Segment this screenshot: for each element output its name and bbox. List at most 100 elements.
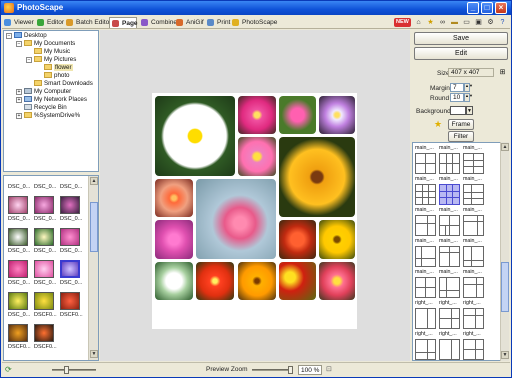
star-icon[interactable]: ★ [426, 18, 435, 27]
layout-thumbnail-selected[interactable] [439, 184, 460, 205]
margin-stepper[interactable]: ▲▼ [464, 83, 473, 92]
scroll-thumb[interactable] [90, 202, 98, 252]
round-stepper[interactable]: ▲▼ [464, 93, 473, 102]
save-button[interactable]: Save [414, 32, 508, 45]
scroll-down-arrow[interactable]: ▼ [90, 350, 98, 358]
photo-cell[interactable] [155, 220, 193, 259]
layout-thumbnail[interactable] [415, 339, 436, 360]
layout-thumbnail[interactable] [439, 246, 460, 267]
refresh-icon[interactable]: ⟳ [5, 365, 12, 374]
layout-thumbnail[interactable] [439, 339, 460, 360]
photo-cell[interactable] [238, 137, 276, 176]
preview-zoom-knob[interactable] [288, 366, 293, 374]
thumbnail[interactable] [34, 260, 54, 278]
new-badge[interactable]: NEW [394, 18, 411, 27]
layout-thumbnail[interactable] [439, 215, 460, 236]
settings-icon[interactable]: ⚙ [486, 18, 495, 27]
screen-icon[interactable]: ▭ [462, 18, 471, 27]
layout-scrollbar[interactable]: ▲ ▼ [500, 142, 509, 361]
scroll-up-arrow[interactable]: ▲ [501, 143, 509, 151]
layout-thumbnail[interactable] [415, 308, 436, 329]
tab-batch-editor[interactable]: Batch Editor [64, 17, 111, 28]
tree-item-flower[interactable]: flower [44, 64, 73, 72]
thumbnail[interactable] [8, 260, 28, 278]
photo-cell[interactable] [238, 262, 276, 300]
scroll-up-arrow[interactable]: ▲ [90, 177, 98, 185]
layout-thumbnail[interactable] [463, 184, 484, 205]
scroll-down-arrow[interactable]: ▼ [501, 351, 509, 359]
photo-cell[interactable] [155, 179, 193, 217]
tab-print[interactable]: Print [205, 17, 230, 28]
thumbnail[interactable] [8, 292, 28, 310]
tab-editor[interactable]: Editor [35, 17, 64, 28]
tree-item-systemdrive[interactable]: + %SystemDrive% [16, 112, 80, 120]
frame-button[interactable]: Frame [448, 119, 474, 130]
photo-cell[interactable] [155, 96, 235, 176]
layout-thumbnail[interactable] [463, 308, 484, 329]
photo-cell[interactable] [155, 262, 193, 300]
link-icon[interactable]: ∞ [438, 18, 447, 27]
thumbnail[interactable] [60, 228, 80, 246]
layout-thumbnail[interactable] [463, 339, 484, 360]
layout-thumbnail[interactable] [415, 215, 436, 236]
folder-icon[interactable]: ▬ [450, 18, 459, 27]
round-input[interactable]: 10 [450, 93, 464, 102]
thumbnail-selected[interactable] [60, 260, 80, 278]
layout-thumbnail[interactable] [439, 277, 460, 298]
thumbnail[interactable] [60, 196, 80, 214]
fit-icon[interactable]: ⊡ [326, 365, 332, 373]
lock-icon[interactable]: ⊞ [498, 68, 507, 77]
maximize-button[interactable]: □ [481, 2, 493, 14]
title-bar[interactable]: PhotoScape _ □ × [1, 1, 511, 15]
edit-button[interactable]: Edit [414, 47, 508, 60]
photo-cell[interactable] [319, 262, 355, 300]
thumbnail[interactable] [34, 196, 54, 214]
photo-cell[interactable] [279, 262, 316, 300]
tab-combine[interactable]: Combine [139, 17, 177, 28]
layout-thumbnail[interactable] [415, 277, 436, 298]
thumbnail[interactable] [8, 324, 28, 342]
layout-thumbnail[interactable] [463, 246, 484, 267]
monitor-icon[interactable]: ▣ [474, 18, 483, 27]
tree-item-photo[interactable]: photo [44, 72, 69, 80]
tree-item-smart-downloads[interactable]: Smart Downloads [34, 80, 93, 88]
layout-thumbnail[interactable] [439, 153, 460, 174]
tree-item-my-pictures[interactable]: − My Pictures [26, 56, 76, 64]
thumbnail[interactable] [8, 196, 28, 214]
tab-anigif[interactable]: AniGif [174, 17, 204, 28]
thumbnail[interactable] [60, 292, 80, 310]
layout-thumbnail[interactable] [415, 153, 436, 174]
thumbnail[interactable] [34, 324, 54, 342]
tree-item-recycle-bin[interactable]: Recycle Bin [24, 104, 67, 112]
background-color-swatch[interactable] [450, 106, 466, 115]
minimize-button[interactable]: _ [467, 2, 479, 14]
tree-item-my-music[interactable]: My Music [34, 48, 70, 56]
tree-item-my-computer[interactable]: + My Computer [16, 88, 71, 96]
layout-thumbnail[interactable] [415, 246, 436, 267]
tab-viewer[interactable]: Viewer [2, 17, 34, 28]
photo-cell[interactable] [279, 220, 316, 259]
layout-thumbnail[interactable] [463, 215, 484, 236]
page-canvas[interactable] [152, 93, 357, 329]
filter-button[interactable]: Filter [448, 131, 474, 142]
preview-zoom-slider[interactable] [252, 369, 292, 371]
tree-item-my-documents[interactable]: − My Documents [16, 40, 75, 48]
tab-photoscape[interactable]: PhotoScape [230, 17, 277, 28]
tree-item-desktop[interactable]: − Desktop [6, 32, 47, 40]
layout-thumbnail[interactable] [463, 277, 484, 298]
help-icon[interactable]: ? [498, 18, 507, 27]
thumbnail-size-knob[interactable] [64, 366, 69, 374]
background-dropdown-arrow[interactable]: ▼ [466, 106, 473, 115]
photo-cell[interactable] [279, 96, 316, 134]
layout-thumbnail[interactable] [439, 308, 460, 329]
frame-star-icon[interactable]: ★ [434, 120, 442, 129]
thumbnail[interactable] [34, 228, 54, 246]
photo-cell[interactable] [196, 179, 276, 259]
photo-cell[interactable] [319, 96, 355, 134]
layout-thumbnail[interactable] [415, 184, 436, 205]
thumbnail[interactable] [8, 228, 28, 246]
tree-item-my-network-places[interactable]: + My Network Places [16, 96, 87, 104]
scroll-thumb[interactable] [501, 262, 509, 312]
thumbnail[interactable] [34, 292, 54, 310]
thumbnail-scrollbar[interactable]: ▲ ▼ [88, 176, 98, 360]
